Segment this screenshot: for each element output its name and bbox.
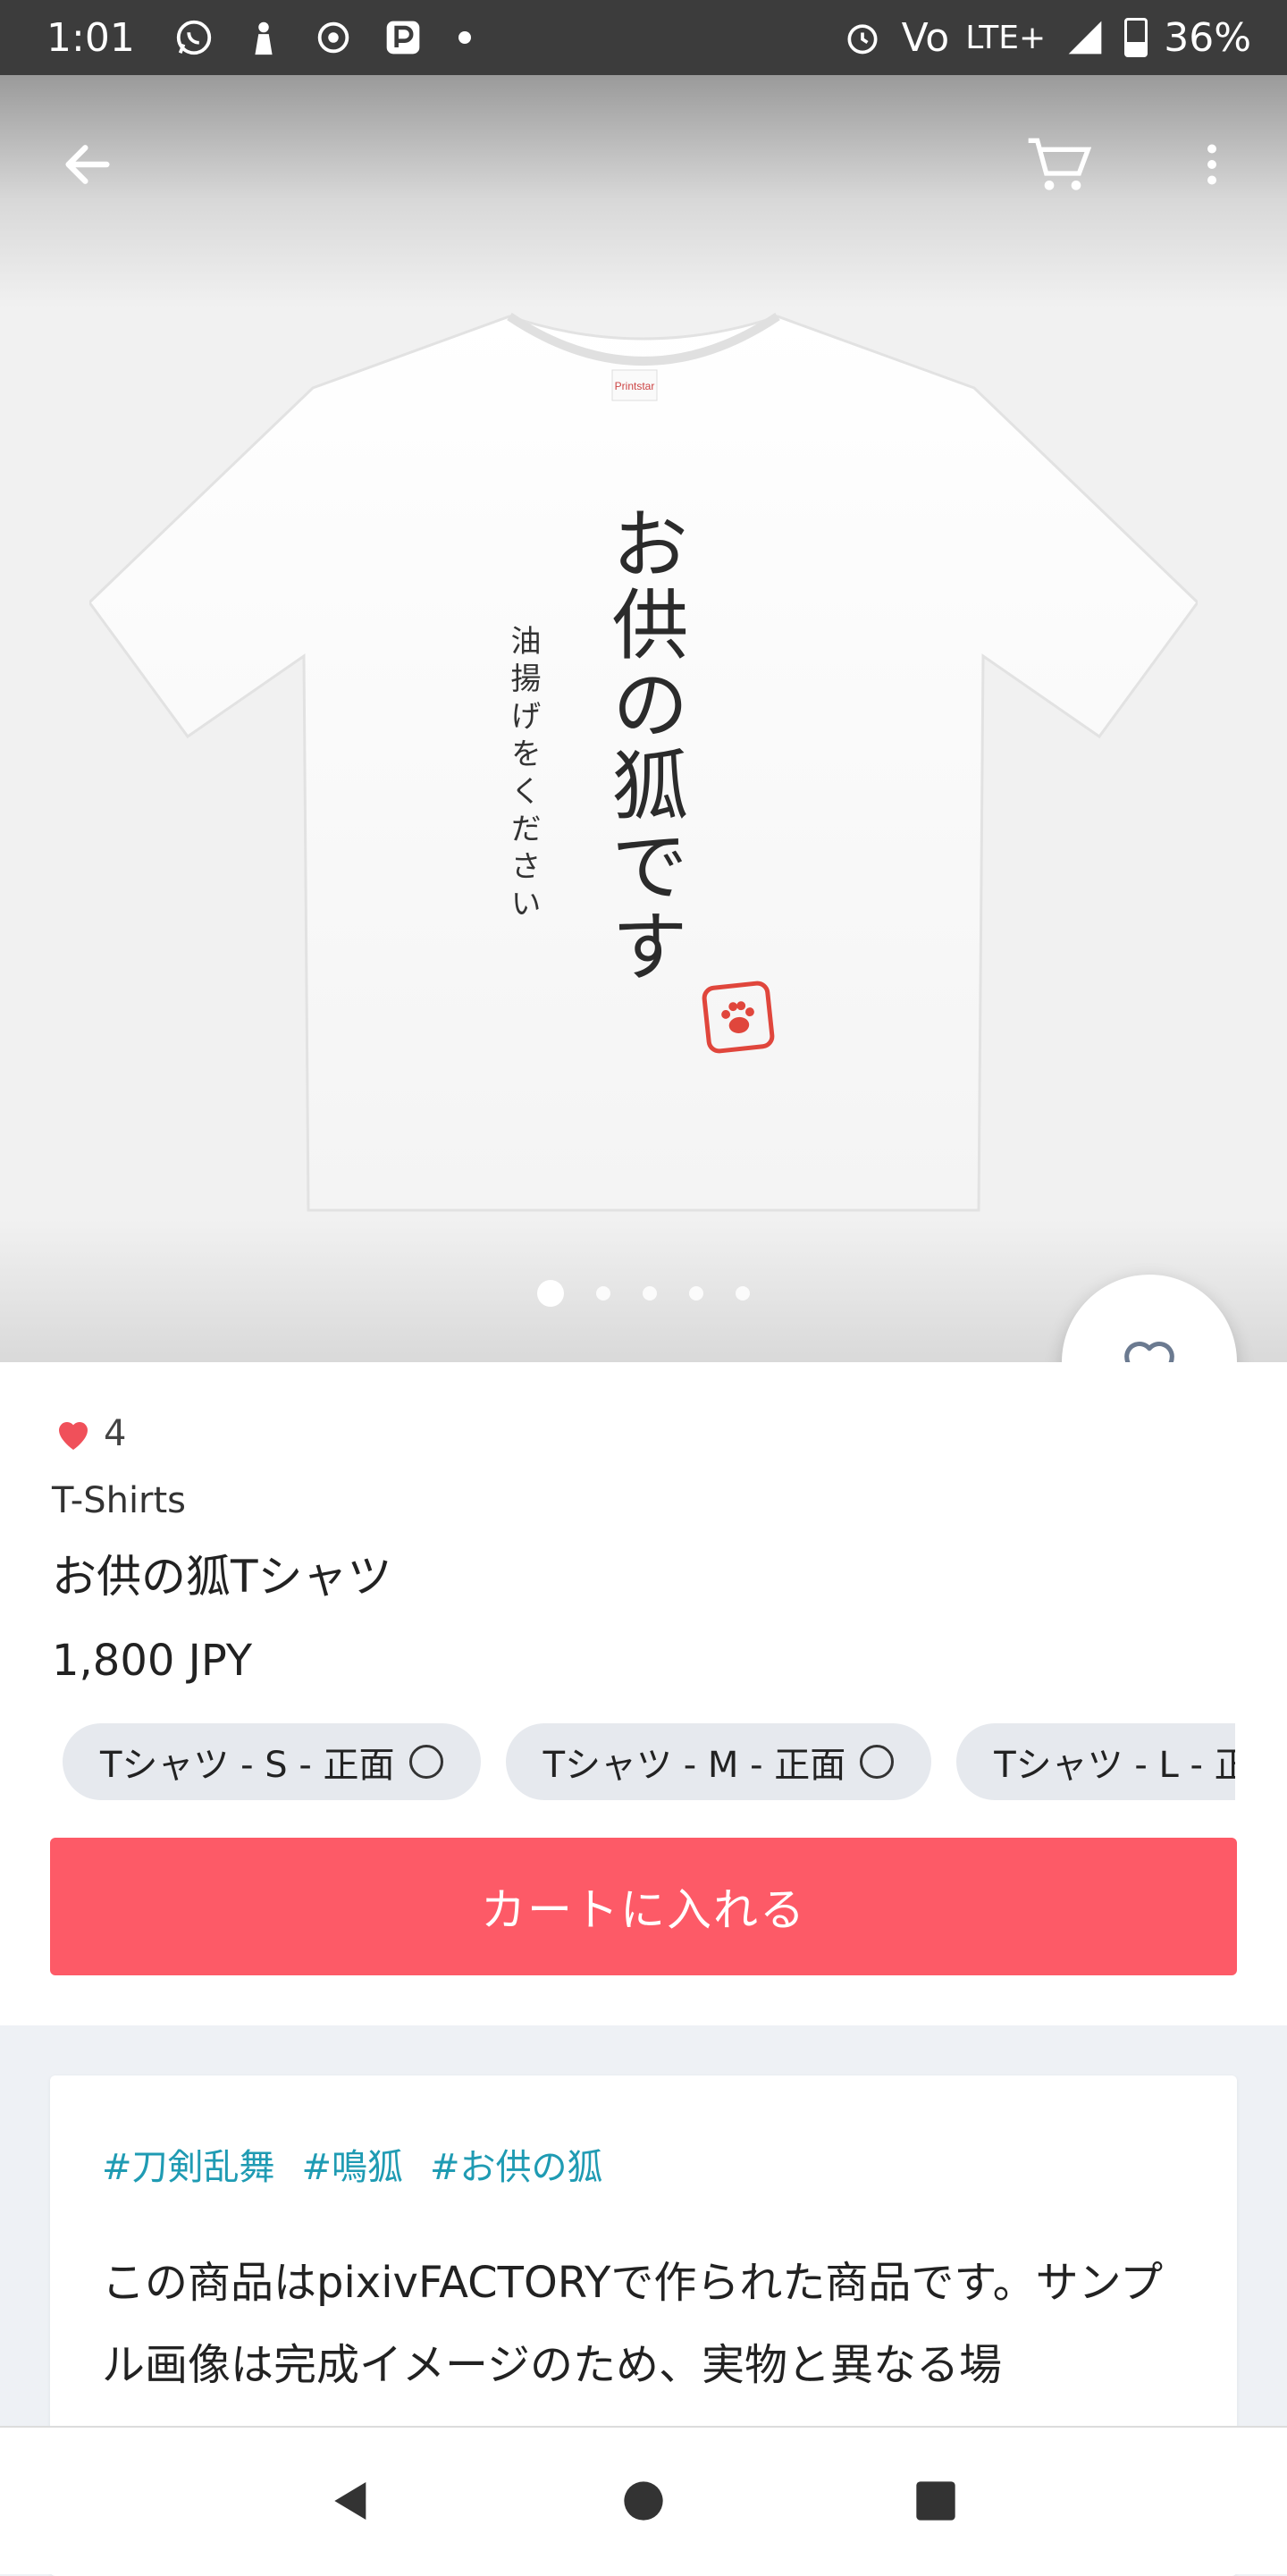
paw-icon	[701, 980, 776, 1055]
radio-icon	[860, 1745, 895, 1779]
variant-label: Tシャツ - S - 正面	[100, 1745, 395, 1786]
battery-icon	[1124, 18, 1148, 57]
shirt-print-subtext: 油揚げをください	[505, 625, 541, 925]
pixiv-icon	[380, 14, 426, 61]
back-arrow-icon	[65, 145, 110, 184]
app-figure-icon	[240, 14, 287, 61]
tag-link[interactable]: #お供の狐	[430, 2138, 603, 2190]
variant-selector[interactable]: Tシャツ - S - 正面 Tシャツ - M - 正面 Tシャツ - L - 正…	[63, 1723, 1235, 1800]
carousel-dot[interactable]	[596, 1286, 610, 1301]
more-vert-icon	[1207, 144, 1216, 185]
like-count-value: 4	[104, 1413, 127, 1454]
status-bar: 1:01 Vo LTE+ 36%	[0, 0, 1287, 75]
nav-recents-icon	[915, 2481, 955, 2521]
variant-option[interactable]: Tシャツ - S - 正面	[63, 1723, 481, 1800]
nav-recents-button[interactable]	[896, 2461, 976, 2541]
product-title: お供の狐Tシャツ	[52, 1551, 392, 1603]
nav-home-icon	[624, 2481, 663, 2521]
nav-home-button[interactable]	[603, 2461, 684, 2541]
carousel-dot[interactable]	[736, 1286, 750, 1301]
radio-icon	[408, 1745, 443, 1779]
app-emblem-icon	[310, 14, 357, 61]
description-text: この商品はpixivFACTORYで作られた商品です。サンプル画像は完成イメージ…	[102, 2258, 1164, 2390]
alarm-icon	[839, 14, 886, 61]
signal-icon	[1062, 14, 1108, 61]
tag-link[interactable]: #鳴狐	[302, 2138, 404, 2190]
whatsapp-icon	[171, 14, 217, 61]
carousel-dot[interactable]	[643, 1286, 657, 1301]
tshirt-image: Printstar お供の狐です 油揚げをください	[88, 236, 1199, 1219]
network-type: LTE+	[965, 19, 1047, 56]
product-image-carousel[interactable]: Printstar お供の狐です 油揚げをください	[0, 75, 1287, 1362]
variant-label: Tシャツ - M - 正面	[543, 1745, 846, 1786]
shirt-print-text: お供の狐です	[598, 504, 687, 987]
volte-icon: Vo	[901, 14, 950, 61]
cart-icon	[1028, 138, 1092, 190]
back-button[interactable]	[52, 129, 123, 200]
more-options-button[interactable]	[1176, 129, 1248, 200]
dot-icon	[458, 31, 471, 44]
variant-option[interactable]: Tシャツ - L - 正面	[956, 1723, 1235, 1800]
cart-button[interactable]	[1022, 129, 1094, 200]
status-time: 1:01	[46, 14, 135, 61]
add-to-cart-button[interactable]: カートに入れる	[50, 1838, 1237, 1975]
tag-link[interactable]: #刀剣乱舞	[102, 2138, 275, 2190]
tag-list: #刀剣乱舞 #鳴狐 #お供の狐	[102, 2138, 603, 2190]
shirt-tag: Printstar	[615, 380, 655, 392]
system-icons: Vo LTE+ 36%	[839, 14, 1251, 61]
nav-back-icon	[334, 2482, 366, 2520]
system-nav-bar	[0, 2426, 1287, 2574]
carousel-dot[interactable]	[537, 1280, 564, 1307]
heart-icon	[59, 1422, 88, 1450]
carousel-dot[interactable]	[689, 1286, 703, 1301]
variant-option[interactable]: Tシャツ - M - 正面	[505, 1723, 932, 1800]
product-category[interactable]: T-Shirts	[52, 1480, 186, 1521]
like-count: 4	[52, 1412, 126, 1455]
nav-back-button[interactable]	[311, 2461, 391, 2541]
battery-level: 36%	[1164, 14, 1251, 61]
product-price: 1,800 JPY	[52, 1636, 253, 1686]
variant-label: Tシャツ - L - 正面	[994, 1745, 1235, 1786]
product-info: 4 T-Shirts お供の狐Tシャツ 1,800 JPY Tシャツ - S -…	[0, 1362, 1287, 2025]
notification-icons	[171, 14, 471, 61]
